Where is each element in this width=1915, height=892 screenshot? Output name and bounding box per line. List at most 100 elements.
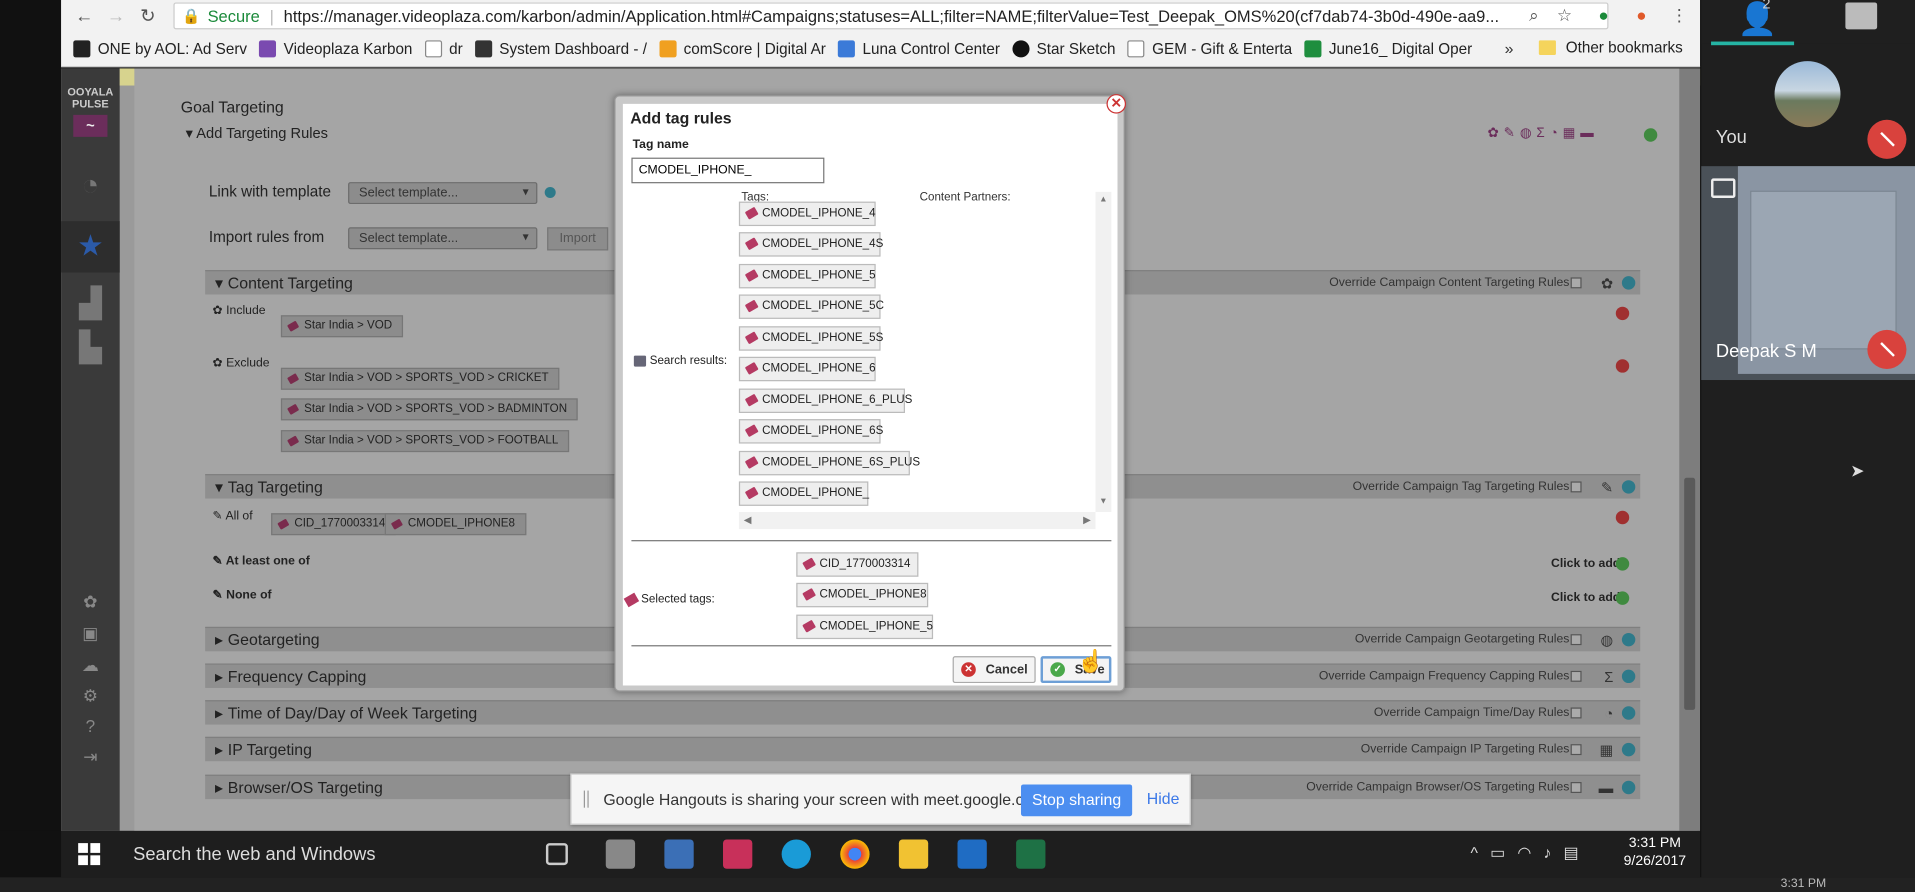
extension-icon[interactable]: ● <box>1630 5 1652 27</box>
bookmark-item[interactable]: comScore | Digital Ar <box>659 40 826 58</box>
override-checkbox[interactable] <box>1570 744 1582 756</box>
app-icon[interactable] <box>723 839 753 869</box>
remove-rule-icon[interactable] <box>1615 306 1630 321</box>
menu-icon[interactable]: ⋮ <box>1668 5 1690 27</box>
scroll-up-icon[interactable]: ▲ <box>1099 196 1107 205</box>
result-tag[interactable]: CMODEL_IPHONE_4S <box>738 232 883 257</box>
campaigns-star-icon[interactable]: ★ <box>61 221 120 273</box>
bookmark-item[interactable]: System Dashboard - / <box>474 40 647 58</box>
chat-icon[interactable] <box>1845 2 1878 30</box>
bookmark-item[interactable]: dr <box>424 40 463 58</box>
selected-tag[interactable]: CMODEL_IPHONE_5 <box>796 614 934 640</box>
excel-icon[interactable] <box>1016 839 1046 869</box>
reload-icon[interactable]: ↻ <box>132 2 164 29</box>
add-icon[interactable] <box>1615 591 1630 605</box>
override-checkbox[interactable] <box>1570 634 1582 646</box>
help-circle-icon[interactable] <box>1643 128 1658 142</box>
import-template-select[interactable]: Select template... <box>348 227 538 250</box>
info-icon[interactable] <box>544 186 556 198</box>
results-horizontal-scrollbar[interactable]: ◀ ▶ <box>738 511 1096 530</box>
exclude-tag[interactable]: Star India > VOD > SPORTS_VOD > CRICKET <box>280 367 560 390</box>
muted-mic-icon[interactable] <box>1867 119 1907 159</box>
chrome-icon[interactable] <box>840 839 870 869</box>
page-scrollbar[interactable] <box>1679 68 1701 831</box>
participant-you[interactable]: You <box>1701 49 1915 165</box>
all-of-tag[interactable]: CID_1770003314 <box>271 513 397 536</box>
all-of-tag[interactable]: CMODEL_IPHONE8 <box>384 513 526 536</box>
close-dialog-icon[interactable]: ✕ <box>1106 94 1127 114</box>
bookmark-item[interactable]: Videoplaza Karbon <box>259 40 412 58</box>
click-to-add-link[interactable]: Click to add <box>1551 591 1620 604</box>
clock[interactable]: 3:31 PM 9/26/2017 <box>1612 835 1697 872</box>
result-tag[interactable]: CMODEL_IPHONE_5C <box>738 294 884 319</box>
system-tray[interactable]: ^▭◠♪▤ <box>1470 843 1590 863</box>
tags-icon[interactable]: ✿ <box>61 591 120 612</box>
tag-name-input[interactable] <box>631 157 825 184</box>
settings-icon[interactable]: ⚙ <box>61 685 120 706</box>
result-tag[interactable]: CMODEL_IPHONE_6S_PLUS <box>738 450 920 476</box>
result-tag[interactable]: CMODEL_IPHONE_ <box>738 481 869 506</box>
back-icon[interactable]: ← <box>68 2 100 29</box>
participant-deepak[interactable]: Deepak S M <box>1701 166 1915 381</box>
bookmark-item[interactable]: June16_ Digital Oper <box>1304 40 1472 58</box>
outlook-icon[interactable] <box>957 839 987 869</box>
help-icon[interactable] <box>1621 632 1636 647</box>
result-tag[interactable]: CMODEL_IPHONE_5 <box>738 263 876 289</box>
selected-tag[interactable]: CID_1770003314 <box>796 552 919 577</box>
override-checkbox[interactable] <box>1570 707 1582 719</box>
result-tag[interactable]: CMODEL_IPHONE_4 <box>738 201 876 227</box>
cancel-button[interactable]: ✕ Cancel <box>952 656 1036 684</box>
result-tag[interactable]: CMODEL_IPHONE_6_PLUS <box>738 388 912 414</box>
help-icon[interactable] <box>1621 706 1636 720</box>
bookmark-star-icon[interactable]: ☆ <box>1553 5 1575 27</box>
remove-rule-icon[interactable] <box>1615 510 1630 525</box>
forward-icon[interactable]: → <box>100 2 132 29</box>
cloud-icon[interactable]: ☁ <box>61 655 120 676</box>
help-icon[interactable] <box>1621 669 1636 684</box>
override-checkbox[interactable] <box>1570 277 1582 289</box>
help-icon[interactable] <box>1621 276 1636 290</box>
app-icon[interactable] <box>605 839 636 869</box>
dashboard-gauge-icon[interactable]: ◔ <box>61 169 120 203</box>
reports-bar-chart-icon[interactable]: ▟ <box>61 286 120 321</box>
override-checkbox[interactable] <box>1570 782 1582 794</box>
override-checkbox[interactable] <box>1570 670 1582 682</box>
help-icon[interactable] <box>1621 780 1636 795</box>
address-bar[interactable]: 🔒 Secure | https://manager.videoplaza.co… <box>173 2 1609 30</box>
exclude-tag[interactable]: Star India > VOD > SPORTS_VOD > BADMINTO… <box>280 398 579 421</box>
drag-handle[interactable] <box>583 790 589 808</box>
scrollbar-thumb[interactable] <box>1684 477 1696 710</box>
task-view-icon[interactable] <box>545 843 568 866</box>
include-tag[interactable]: Star India > VOD <box>280 315 404 338</box>
muted-mic-icon[interactable] <box>1867 329 1907 370</box>
analytics-icon[interactable]: ▙ <box>61 330 120 365</box>
python-icon[interactable] <box>664 839 694 869</box>
result-tag[interactable]: CMODEL_IPHONE_5S <box>738 326 883 351</box>
bookmark-item[interactable]: GEM - Gift & Enterta <box>1127 40 1292 58</box>
taskbar-search[interactable]: Search the web and Windows <box>133 844 375 865</box>
windows-start-icon[interactable] <box>78 843 101 866</box>
selected-tag[interactable]: CMODEL_IPHONE8 <box>796 582 929 608</box>
bookmarks-overflow-button[interactable]: » <box>1505 39 1514 57</box>
import-button[interactable]: Import <box>547 227 609 251</box>
add-targeting-rules-toggle[interactable]: ▾ Add Targeting Rules <box>186 125 328 142</box>
help-icon[interactable] <box>1621 480 1636 494</box>
grammarly-icon[interactable]: ● <box>1593 5 1615 27</box>
help-icon[interactable]: ? <box>61 716 120 736</box>
help-icon[interactable] <box>1621 742 1636 757</box>
add-icon[interactable] <box>1615 557 1630 571</box>
bookmark-item[interactable]: Star Sketch <box>1012 40 1116 58</box>
users-icon[interactable]: ▣ <box>61 623 120 644</box>
logout-icon[interactable]: ⇥ <box>61 747 120 768</box>
scroll-down-icon[interactable]: ▼ <box>1099 497 1107 506</box>
result-tag[interactable]: CMODEL_IPHONE_6 <box>738 356 876 382</box>
link-template-select[interactable]: Select template... <box>348 182 538 205</box>
hide-button[interactable]: Hide <box>1147 789 1180 807</box>
remove-rule-icon[interactable] <box>1615 359 1630 373</box>
rule-type-icons[interactable]: ✿✎◍Σ◔▦▬ <box>1488 125 1599 141</box>
search-icon[interactable]: ⌕ <box>1523 5 1545 27</box>
stop-sharing-button[interactable]: Stop sharing <box>1021 784 1133 817</box>
bookmark-item[interactable]: Luna Control Center <box>838 40 1000 58</box>
scroll-left-icon[interactable]: ◀ <box>744 514 752 525</box>
scroll-right-icon[interactable]: ▶ <box>1083 514 1091 525</box>
